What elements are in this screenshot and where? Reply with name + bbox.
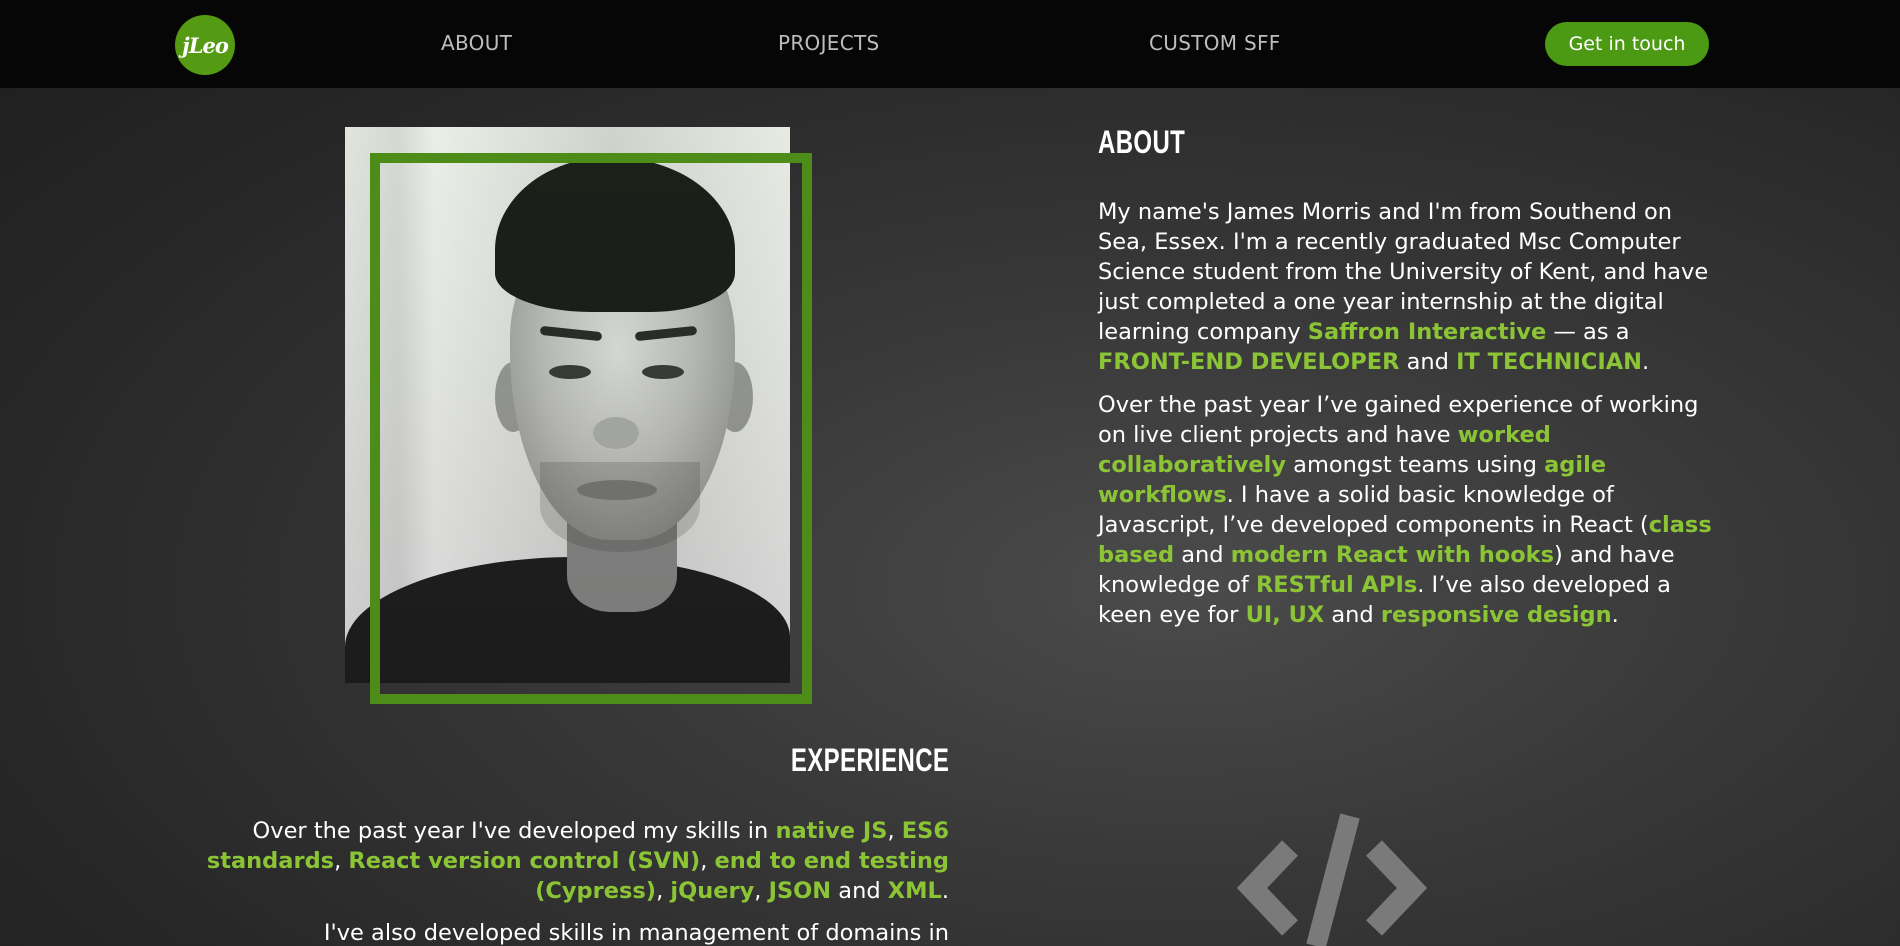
experience-body: Over the past year I've developed my ski… <box>200 816 949 946</box>
highlight-modern-react: modern React with hooks <box>1230 542 1555 568</box>
highlight-native-js: native JS <box>775 818 888 844</box>
nav-link-custom-sff[interactable]: CUSTOM SFF <box>1149 31 1281 55</box>
highlight-it-technician: IT TECHNICIAN <box>1456 349 1643 375</box>
highlight-jquery: jQuery <box>670 878 755 904</box>
code-brackets-icon <box>1236 813 1428 946</box>
highlight-saffron-interactive: Saffron Interactive <box>1307 319 1547 345</box>
navbar: jLeo ABOUT PROJECTS CUSTOM SFF Get in to… <box>0 0 1900 88</box>
about-heading: ABOUT <box>1098 124 1186 160</box>
highlight-xml: XML <box>887 878 942 904</box>
about-paragraph-1: My name's James Morris and I'm from Sout… <box>1098 199 1709 375</box>
highlight-react-svn: React version control (SVN) <box>348 848 701 874</box>
nav-link-projects[interactable]: PROJECTS <box>778 31 880 55</box>
get-in-touch-button[interactable]: Get in touch <box>1545 22 1709 66</box>
highlight-responsive-design: responsive design <box>1380 602 1612 628</box>
photo-frame <box>370 153 812 704</box>
about-body: My name's James Morris and I'm from Sout… <box>1098 197 1713 643</box>
highlight-json: JSON <box>768 878 832 904</box>
experience-paragraph-2: I've also developed skills in management… <box>323 920 949 946</box>
about-paragraph-2: Over the past year I’ve gained experienc… <box>1098 392 1712 628</box>
highlight-front-end-developer: FRONT-END DEVELOPER <box>1098 349 1400 375</box>
highlight-restful-apis: RESTful APIs <box>1255 572 1418 598</box>
highlight-ui-ux: UI, UX <box>1245 602 1325 628</box>
experience-paragraph-1: Over the past year I've developed my ski… <box>206 818 949 904</box>
experience-heading: EXPERIENCE <box>790 742 949 778</box>
jleo-logo[interactable]: jLeo <box>175 15 235 75</box>
nav-link-about[interactable]: ABOUT <box>441 31 512 55</box>
